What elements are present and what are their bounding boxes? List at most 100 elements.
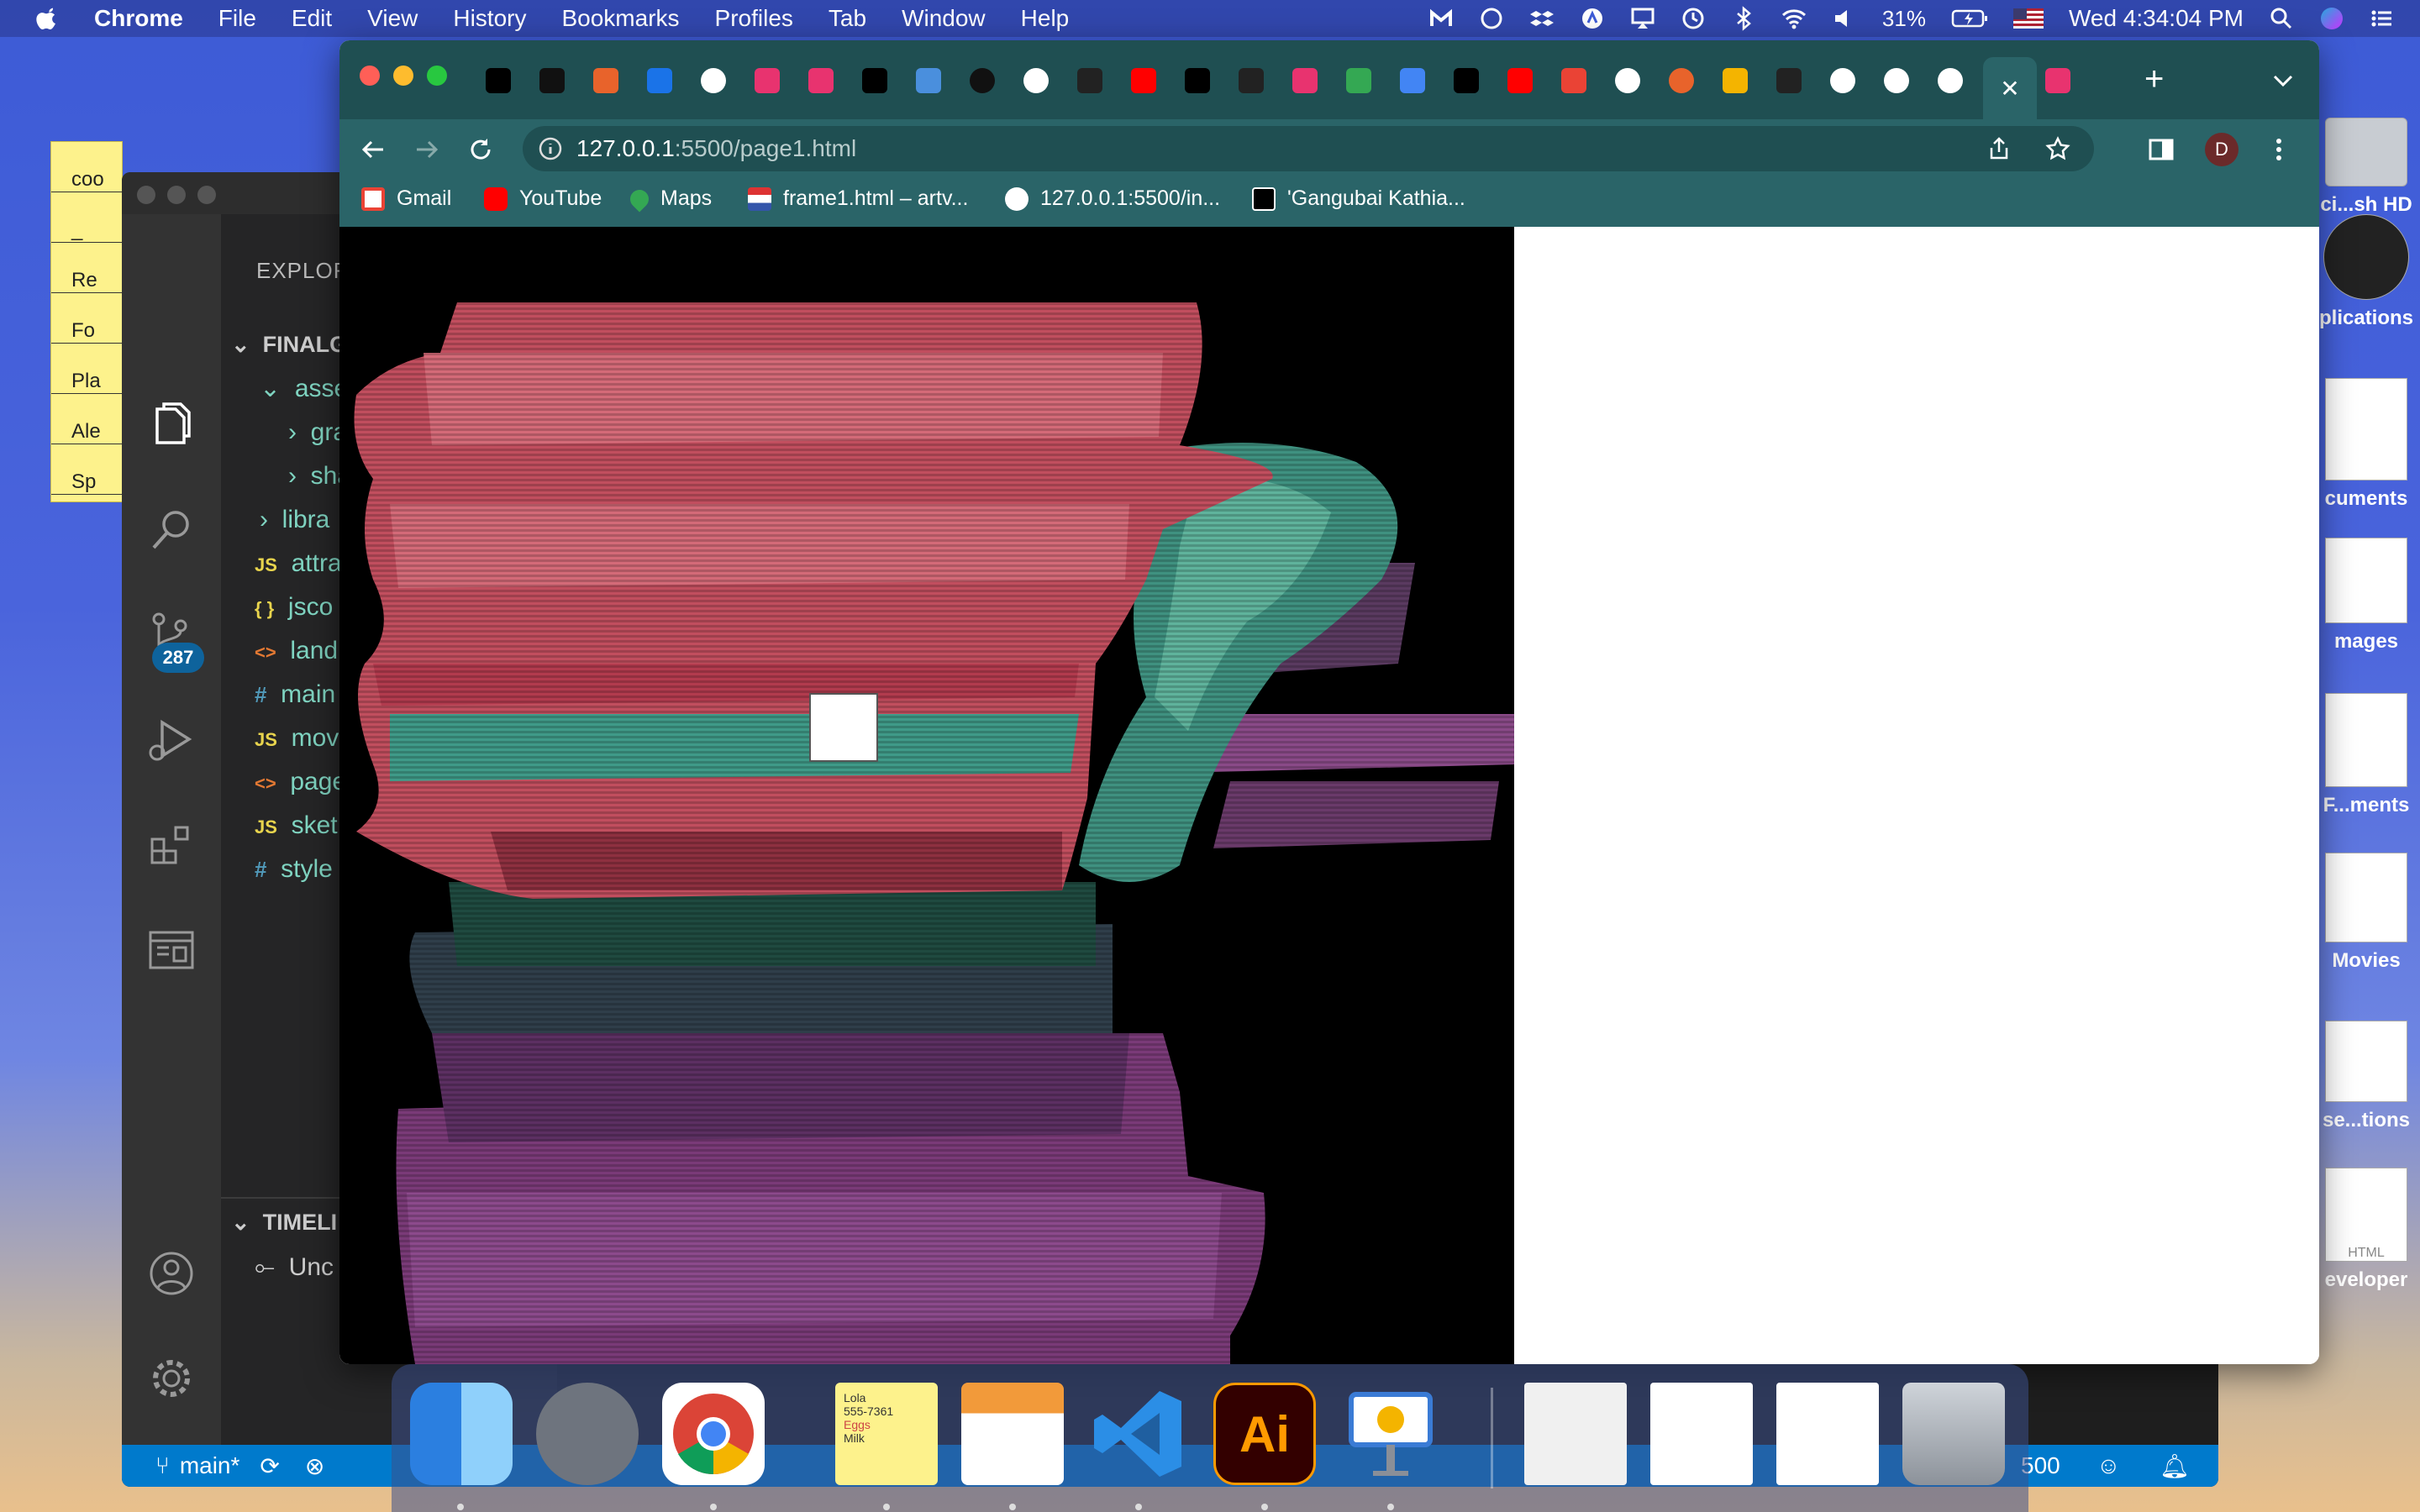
wifi-icon[interactable] <box>1781 6 1807 31</box>
account-icon[interactable] <box>145 1247 197 1299</box>
reload-icon[interactable] <box>467 136 494 163</box>
text-doc-icon[interactable] <box>1776 1383 1879 1485</box>
finder-icon[interactable] <box>410 1383 513 1485</box>
browser-tab[interactable] <box>1445 59 1487 102</box>
vscode-minimize-button[interactable] <box>167 186 186 204</box>
bookmark-frame1[interactable]: frame1.html – artv... <box>748 186 968 211</box>
tab-search-chevron-icon[interactable] <box>2272 72 2294 89</box>
tree-file[interactable]: { } jsco <box>255 593 333 622</box>
timeline-item[interactable]: ⟜ Unc <box>255 1253 334 1282</box>
run-debug-icon[interactable] <box>145 714 197 766</box>
keynote-icon[interactable] <box>1339 1383 1442 1485</box>
battery-icon[interactable] <box>1951 6 1988 31</box>
creative-cloud-icon[interactable] <box>1479 6 1504 31</box>
desktop-item-tions[interactable]: se...tions <box>2312 1021 2420 1132</box>
malwarebytes-icon[interactable] <box>1428 6 1454 31</box>
more-menu-icon[interactable] <box>2270 136 2287 163</box>
vscode-zoom-button[interactable] <box>197 186 216 204</box>
desktop-item-movies[interactable]: Movies <box>2312 853 2420 973</box>
profile-avatar[interactable]: D <box>2205 133 2238 166</box>
browser-tab[interactable] <box>1230 59 1272 102</box>
bookmark-gangubai[interactable]: 'Gangubai Kathia... <box>1252 186 1465 211</box>
tree-file[interactable]: <> land <box>255 637 338 665</box>
browser-tab[interactable] <box>1338 59 1380 102</box>
time-machine-icon[interactable] <box>1681 6 1706 31</box>
tree-folder[interactable]: ⌄ asse <box>260 374 348 403</box>
browser-tab[interactable] <box>692 59 734 102</box>
volume-icon[interactable] <box>1832 6 1857 31</box>
bookmark-gmail[interactable]: Gmail <box>361 186 451 211</box>
browser-tab[interactable] <box>1499 59 1541 102</box>
browser-tab[interactable] <box>1607 59 1649 102</box>
menu-edit[interactable]: Edit <box>292 5 332 32</box>
git-branch-icon[interactable]: ⑂ <box>155 1452 170 1479</box>
tree-folder[interactable]: › gra <box>288 418 347 447</box>
vpn-icon[interactable] <box>1580 6 1605 31</box>
browser-tab[interactable] <box>1015 59 1057 102</box>
settings-gear-icon[interactable] <box>145 1352 197 1404</box>
browser-tab[interactable] <box>961 59 1003 102</box>
menu-profiles[interactable]: Profiles <box>715 5 793 32</box>
minimize-window-button[interactable] <box>393 66 413 86</box>
browser-tab[interactable] <box>1176 59 1218 102</box>
dropbox-icon[interactable] <box>1529 6 1555 31</box>
tree-file[interactable]: # main <box>255 680 335 709</box>
browser-tab[interactable] <box>639 59 681 102</box>
siri-icon[interactable] <box>2319 6 2344 31</box>
browser-tab[interactable] <box>1660 59 1702 102</box>
desktop-item-hd[interactable]: ci...sh HD <box>2312 118 2420 217</box>
share-icon[interactable] <box>1986 136 2012 161</box>
sync-icon[interactable]: ⟳ <box>260 1452 279 1480</box>
desktop-item-apps[interactable]: plications <box>2312 214 2420 330</box>
browser-tab[interactable] <box>1876 59 1918 102</box>
menu-window[interactable]: Window <box>902 5 986 32</box>
generative-art-canvas[interactable] <box>339 227 1514 1364</box>
sticky-note[interactable]: coo _ Re Fo Pla Ale Sp <box>50 141 123 502</box>
menu-tab[interactable]: Tab <box>829 5 866 32</box>
trash-icon[interactable] <box>1902 1383 2005 1485</box>
address-bar[interactable]: 127.0.0.1:5500/page1.html <box>523 126 2094 171</box>
browser-tab[interactable] <box>800 59 842 102</box>
desktop-item-images[interactable]: mages <box>2312 538 2420 654</box>
browser-tab[interactable]: ✕ <box>1983 57 2037 119</box>
forward-arrow-icon[interactable] <box>413 136 440 163</box>
illustrator-icon[interactable]: Ai <box>1213 1383 1316 1485</box>
desktop-item-docs[interactable]: cuments <box>2312 378 2420 511</box>
launchpad-icon[interactable] <box>536 1383 639 1485</box>
tree-file[interactable]: <> page <box>255 768 346 796</box>
browser-tab[interactable] <box>1284 59 1326 102</box>
vscode-close-button[interactable] <box>137 186 155 204</box>
tree-file[interactable]: JS attra <box>255 549 342 578</box>
stickies-icon[interactable]: Lola 555-7361 Eggs Milk <box>835 1383 938 1485</box>
zoom-window-button[interactable] <box>427 66 447 86</box>
browser-tab[interactable] <box>1822 59 1864 102</box>
tree-root-folder[interactable]: ⌄ FINALG <box>231 332 347 358</box>
menu-file[interactable]: File <box>218 5 256 32</box>
browser-tab[interactable] <box>585 59 627 102</box>
explorer-files-icon[interactable] <box>145 399 197 451</box>
timeline-header[interactable]: ⌄ TIMELI <box>231 1210 337 1236</box>
browser-tab[interactable] <box>1714 59 1756 102</box>
feedback-icon[interactable]: ☺ <box>2096 1452 2121 1479</box>
bookmark-maps[interactable]: Maps <box>626 185 712 213</box>
tree-folder[interactable]: › libra <box>260 506 329 534</box>
spreadsheet-doc-icon[interactable] <box>1650 1383 1753 1485</box>
menu-history[interactable]: History <box>453 5 526 32</box>
doc-stack-icon[interactable] <box>1524 1383 1627 1485</box>
browser-tab[interactable] <box>1768 59 1810 102</box>
branch-name[interactable]: main* <box>180 1452 240 1479</box>
bluetooth-icon[interactable] <box>1731 6 1756 31</box>
control-center-icon[interactable] <box>2370 6 2395 31</box>
remote-explorer-icon[interactable] <box>145 924 197 976</box>
tree-file[interactable]: # style <box>255 855 333 884</box>
menu-view[interactable]: View <box>367 5 418 32</box>
apple-icon[interactable] <box>35 6 60 31</box>
vscode-icon[interactable] <box>1087 1383 1190 1485</box>
bookmark-localhost[interactable]: 127.0.0.1:5500/in... <box>1005 186 1220 211</box>
site-info-icon[interactable] <box>538 136 563 161</box>
desktop-item-ments[interactable]: F...ments <box>2312 693 2420 817</box>
browser-tab[interactable] <box>1929 59 1971 102</box>
bookmark-youtube[interactable]: YouTube <box>484 186 602 211</box>
browser-tab[interactable] <box>746 59 788 102</box>
browser-tab[interactable] <box>1069 59 1111 102</box>
